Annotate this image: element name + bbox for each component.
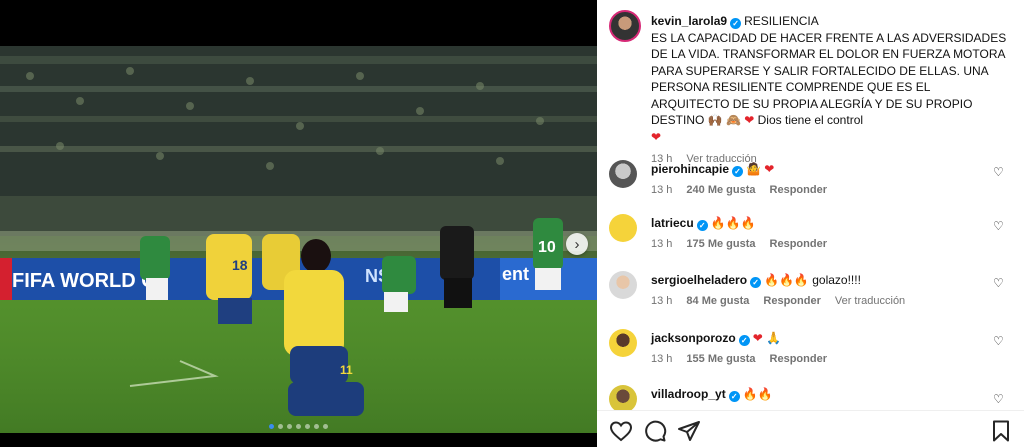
reply-button[interactable]: Responder bbox=[763, 295, 820, 307]
post-panel: kevin_larola9 ✓ RESILIENCIA ES LA CAPACIDA… bbox=[597, 0, 1024, 447]
comment-likes[interactable]: 240 Me gusta bbox=[686, 184, 755, 196]
carousel-dot[interactable] bbox=[278, 424, 283, 429]
comment-emojis: 🤷 ❤ bbox=[746, 162, 775, 176]
share-icon[interactable] bbox=[677, 419, 701, 443]
comment-time: 13 h bbox=[651, 295, 673, 307]
comment-item: sergioelheladero ✓ 🔥🔥🔥 golazo!!!! 13 h 84 M… bbox=[609, 271, 1019, 311]
verified-icon: ✓ bbox=[730, 18, 742, 29]
carousel-dot[interactable] bbox=[287, 424, 292, 429]
verified-icon: ✓ bbox=[738, 335, 750, 346]
heart-icon[interactable]: ♡ bbox=[993, 220, 1005, 232]
heart-icon[interactable] bbox=[609, 419, 633, 443]
heart-emoji-icon: ❤ bbox=[744, 113, 755, 127]
comment-username[interactable]: villadroop_yt bbox=[651, 387, 726, 401]
post-action-bar bbox=[597, 410, 1024, 447]
comment-item: jacksonporozo ✓ ❤ 🙏 13 h 155 Me gusta Respon… bbox=[609, 329, 1019, 369]
avatar[interactable] bbox=[609, 385, 637, 413]
avatar[interactable] bbox=[609, 329, 637, 357]
comment-emojis: 🔥🔥 bbox=[742, 387, 773, 401]
carousel-next-button[interactable]: › bbox=[566, 233, 588, 255]
heart-icon[interactable]: ♡ bbox=[993, 393, 1005, 405]
comment-username[interactable]: sergioelheladero bbox=[651, 273, 747, 287]
comment-likes[interactable]: 84 Me gusta bbox=[686, 295, 749, 307]
comment-username[interactable]: latriecu bbox=[651, 216, 694, 230]
post-caption: kevin_larola9 ✓ RESILIENCIA ES LA CAPACIDA… bbox=[651, 13, 1011, 168]
comment-icon[interactable] bbox=[643, 419, 667, 443]
post-username[interactable]: kevin_larola9 bbox=[651, 14, 727, 28]
avatar[interactable] bbox=[609, 271, 637, 299]
comment-emojis: 🔥🔥🔥 bbox=[764, 273, 809, 287]
media-bottom-bar bbox=[0, 433, 597, 447]
carousel-dot[interactable] bbox=[269, 424, 274, 429]
comment-likes[interactable]: 175 Me gusta bbox=[686, 238, 755, 250]
heart-emoji-icon: ❤ bbox=[651, 129, 662, 144]
heart-icon[interactable]: ♡ bbox=[993, 277, 1005, 289]
avatar[interactable] bbox=[609, 214, 637, 242]
avatar[interactable] bbox=[609, 160, 637, 188]
translate-button[interactable]: Ver traducción bbox=[835, 295, 905, 307]
carousel-dot[interactable] bbox=[305, 424, 310, 429]
reply-button[interactable]: Responder bbox=[770, 353, 827, 365]
bookmark-icon[interactable] bbox=[989, 419, 1013, 443]
verified-icon: ✓ bbox=[696, 220, 708, 231]
player-number-11: 11 bbox=[340, 363, 353, 377]
comment-emojis: ❤ 🙏 bbox=[752, 331, 782, 345]
heart-icon[interactable]: ♡ bbox=[993, 166, 1005, 178]
player-number-10: 10 bbox=[538, 239, 556, 256]
post-media[interactable]: FIFA WORLD C NS ent 18 10 11 bbox=[0, 46, 597, 433]
verified-icon: ✓ bbox=[732, 166, 744, 177]
banner-text: FIFA WORLD C bbox=[12, 270, 156, 292]
player-number-18: 18 bbox=[232, 257, 248, 273]
comment-item: latriecu ✓ 🔥🔥🔥 13 h 175 Me gusta Responder ♡ bbox=[609, 214, 1019, 254]
carousel-dot[interactable] bbox=[296, 424, 301, 429]
verified-icon: ✓ bbox=[728, 391, 740, 402]
comment-username[interactable]: pierohincapie bbox=[651, 162, 729, 176]
carousel-dot[interactable] bbox=[323, 424, 328, 429]
banner-text-3: ent bbox=[502, 264, 529, 284]
comment-time: 13 h bbox=[651, 353, 673, 365]
comment-username[interactable]: jacksonporozo bbox=[651, 331, 736, 345]
verified-icon: ✓ bbox=[750, 277, 762, 288]
caption-tail: Dios tiene el control bbox=[757, 113, 864, 127]
carousel-dot[interactable] bbox=[314, 424, 319, 429]
comment-likes[interactable]: 155 Me gusta bbox=[686, 353, 755, 365]
heart-icon[interactable]: ♡ bbox=[993, 335, 1005, 347]
reply-button[interactable]: Responder bbox=[770, 238, 827, 250]
carousel-dots bbox=[0, 424, 597, 429]
chevron-right-icon: › bbox=[574, 235, 580, 253]
media-top-bar bbox=[0, 0, 597, 46]
comment-item: pierohincapie ✓ 🤷 ❤ 13 h 240 Me gusta Respon… bbox=[609, 160, 1019, 200]
comment-text: golazo!!!! bbox=[812, 273, 861, 287]
reply-button[interactable]: Responder bbox=[770, 184, 827, 196]
praying-emoji-icon: 🙌🏾 🙈 bbox=[704, 113, 745, 127]
comment-emojis: 🔥🔥🔥 bbox=[710, 216, 756, 230]
avatar[interactable] bbox=[609, 10, 641, 42]
caption-title: RESILIENCIA bbox=[744, 14, 819, 28]
comment-time: 13 h bbox=[651, 238, 673, 250]
comment-time: 13 h bbox=[651, 184, 673, 196]
